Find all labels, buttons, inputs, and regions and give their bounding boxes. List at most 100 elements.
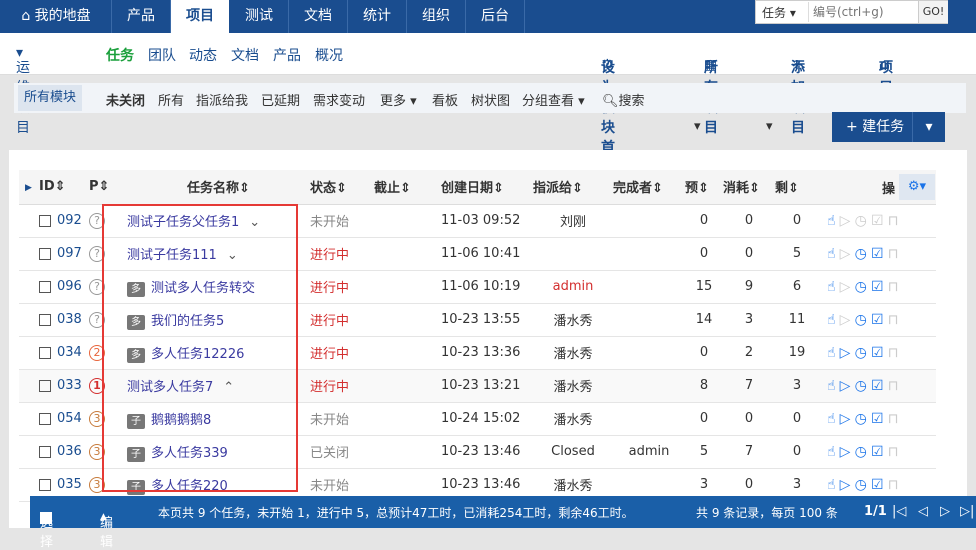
filter-story-changed[interactable]: 需求变动 (313, 90, 365, 109)
tab-team[interactable]: 团队 (148, 45, 176, 65)
id-cell[interactable]: 054 (39, 402, 89, 436)
start-icon[interactable]: ▷ (840, 345, 851, 361)
record-time-icon[interactable]: ◷ (855, 279, 867, 295)
assign-icon[interactable]: ☝ (827, 477, 836, 493)
nav-home[interactable]: ⌂ 我的地盘 (10, 0, 102, 33)
close-icon[interactable]: ⊓ (888, 312, 899, 328)
tab-doc[interactable]: 文档 (231, 45, 259, 65)
filter-tree[interactable]: 树状图 (471, 90, 510, 109)
task-name-link[interactable]: 多人任务339 (151, 446, 228, 461)
nav-doc[interactable]: 文档 (289, 0, 347, 33)
search-type-select[interactable]: 任务 ▾ (762, 4, 796, 21)
filter-kanban[interactable]: 看板 (432, 90, 458, 109)
assign-icon[interactable]: ☝ (827, 345, 836, 361)
id-cell[interactable]: 092 (39, 204, 89, 238)
assigned-cell[interactable]: admin (533, 270, 613, 304)
name-cell[interactable]: 子多人任务339 (127, 435, 310, 469)
name-cell[interactable]: 测试多人任务7 ⌃ (127, 369, 310, 403)
last-page-button[interactable]: ▷| (960, 504, 974, 519)
record-time-icon[interactable]: ◷ (855, 477, 867, 493)
task-id[interactable]: 096 (57, 279, 82, 294)
assigned-cell[interactable]: 刘刚 (533, 204, 613, 238)
tab-overview[interactable]: 概况 (315, 45, 343, 65)
create-task-button[interactable]: + 建任务 ▾ (832, 112, 945, 142)
assigned-cell[interactable] (533, 237, 613, 271)
table-row[interactable]: 097 ? 测试子任务111 ⌄ 进行中 11-06 10:41 0 0 5 ☝ … (19, 237, 936, 271)
task-name-link[interactable]: 测试子任务111 (127, 248, 217, 263)
finish-icon[interactable]: ☑ (871, 411, 884, 427)
row-checkbox[interactable] (39, 247, 51, 260)
close-icon[interactable]: ⊓ (888, 477, 899, 493)
search-input[interactable] (808, 2, 916, 22)
row-checkbox[interactable] (39, 379, 51, 392)
start-icon[interactable]: ▷ (840, 411, 851, 427)
module-tag[interactable]: 所有模块 (18, 85, 83, 111)
col-consumed[interactable]: 消耗⇕ (723, 170, 775, 205)
task-name-link[interactable]: 多人任务220 (151, 479, 228, 494)
finish-icon[interactable]: ☑ (871, 444, 884, 460)
record-time-icon[interactable]: ◷ (855, 246, 867, 262)
task-id[interactable]: 054 (57, 411, 82, 426)
col-left[interactable]: 剩⇕ (775, 170, 819, 205)
finish-icon[interactable]: ☑ (871, 477, 884, 493)
nav-stats[interactable]: 统计 (348, 0, 406, 33)
close-icon[interactable]: ⊓ (888, 213, 899, 229)
name-cell[interactable]: 多多人任务12226 (127, 336, 310, 370)
row-checkbox[interactable] (39, 346, 51, 359)
finish-icon[interactable]: ☑ (871, 378, 884, 394)
record-time-icon[interactable]: ◷ (855, 312, 867, 328)
start-icon[interactable]: ▷ (840, 213, 851, 229)
task-id[interactable]: 035 (57, 477, 82, 492)
export-button[interactable]: ⇱ 导出 ▾ (694, 119, 707, 276)
start-icon[interactable]: ▷ (840, 246, 851, 262)
col-finished[interactable]: 完成者⇕ (613, 170, 685, 205)
column-settings-icon[interactable]: ⚙▾ (899, 174, 935, 200)
start-icon[interactable]: ▷ (840, 279, 851, 295)
row-checkbox[interactable] (39, 412, 51, 425)
filter-assigned-to-me[interactable]: 指派给我 (196, 90, 248, 109)
table-row[interactable]: 038 ? 多我们的任务5 进行中 10-23 13:55 潘水秀 14 3 1… (19, 303, 936, 337)
tab-product[interactable]: 产品 (273, 45, 301, 65)
nav-org[interactable]: 组织 (407, 0, 465, 33)
expand-icon[interactable]: ⌄ (249, 215, 260, 230)
finish-icon[interactable]: ☑ (871, 345, 884, 361)
col-deadline[interactable]: 截止⇕ (374, 170, 441, 205)
collapse-icon[interactable]: ⌃ (223, 380, 234, 395)
go-button[interactable]: GO! (918, 1, 948, 23)
finish-icon[interactable]: ☑ (871, 213, 884, 229)
assign-icon[interactable]: ☝ (827, 279, 836, 295)
assign-icon[interactable]: ☝ (827, 411, 836, 427)
row-checkbox[interactable] (39, 280, 51, 293)
close-icon[interactable]: ⊓ (888, 411, 899, 427)
id-cell[interactable]: 096 (39, 270, 89, 304)
import-button[interactable]: ⇪ 导入 ▾ (766, 119, 779, 276)
filter-all[interactable]: 所有 (158, 90, 184, 109)
assign-icon[interactable]: ☝ (827, 444, 836, 460)
filter-more[interactable]: 更多 ▾ (380, 90, 417, 109)
table-row[interactable]: 036 3 子多人任务339 已关闭 10-23 13:46 Closed ad… (19, 435, 936, 469)
id-cell[interactable]: 033 (39, 369, 89, 403)
close-icon[interactable]: ⊓ (888, 345, 899, 361)
nav-test[interactable]: 测试 (230, 0, 288, 33)
id-cell[interactable]: 036 (39, 435, 89, 469)
row-checkbox[interactable] (39, 478, 51, 491)
row-checkbox[interactable] (39, 313, 51, 326)
start-icon[interactable]: ▷ (840, 378, 851, 394)
filter-group[interactable]: 分组查看 ▾ (522, 90, 585, 109)
col-created[interactable]: 创建日期⇕ (441, 170, 533, 205)
record-time-icon[interactable]: ◷ (855, 213, 867, 229)
start-icon[interactable]: ▷ (840, 444, 851, 460)
assign-icon[interactable]: ☝ (827, 312, 836, 328)
table-row[interactable]: 096 ? 多测试多人任务转交 进行中 11-06 10:19 admin 15… (19, 270, 936, 304)
assigned-cell[interactable]: 潘水秀 (533, 336, 613, 370)
task-id[interactable]: 097 (57, 246, 82, 261)
close-icon[interactable]: ⊓ (888, 246, 899, 262)
col-priority[interactable]: P⇕ (89, 170, 127, 205)
nav-project[interactable]: 项目 (171, 0, 229, 33)
task-name-link[interactable]: 测试多人任务7 (127, 380, 213, 395)
assigned-cell[interactable]: 潘水秀 (533, 303, 613, 337)
row-checkbox[interactable] (39, 445, 51, 458)
row-checkbox[interactable] (39, 214, 51, 227)
nav-product[interactable]: 产品 (112, 0, 170, 33)
id-cell[interactable]: 034 (39, 336, 89, 370)
